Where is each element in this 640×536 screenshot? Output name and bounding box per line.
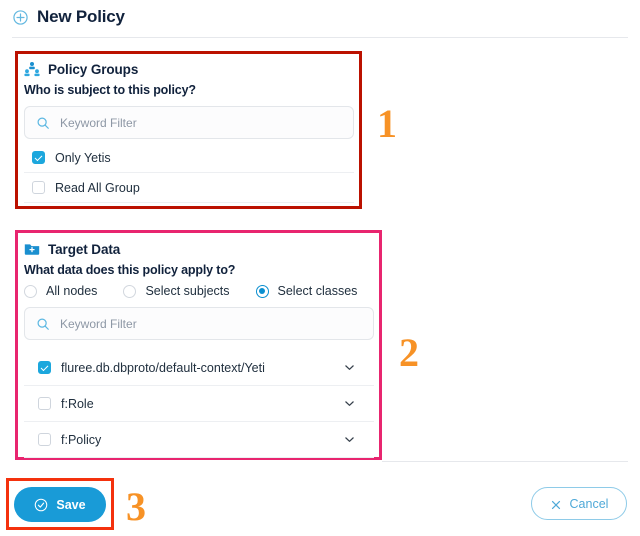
- table-row[interactable]: f:Role: [24, 386, 374, 422]
- cancel-button-label: Cancel: [569, 496, 609, 511]
- radio-option-select-subjects[interactable]: Select subjects: [123, 284, 230, 298]
- checkbox-read-all-group[interactable]: [32, 181, 45, 194]
- checkbox-class-f-role[interactable]: [38, 397, 51, 410]
- search-icon: [36, 317, 50, 331]
- new-policy-page: New Policy 1 2 3 Policy Groups Who is su…: [0, 0, 640, 536]
- save-button-label: Save: [56, 497, 86, 512]
- radio-select-subjects[interactable]: [123, 284, 137, 298]
- header-divider: [12, 37, 628, 38]
- radio-option-select-classes[interactable]: Select classes: [255, 284, 358, 298]
- cancel-button[interactable]: Cancel: [531, 487, 627, 520]
- class-label: f:Role: [61, 396, 94, 411]
- plus-circle-icon: [13, 10, 28, 25]
- list-item[interactable]: Read All Group: [24, 173, 354, 203]
- target-scope-radio-group: All nodes Select subjects Select classes: [24, 284, 374, 298]
- target-data-title: Target Data: [48, 241, 121, 257]
- target-data-section: Target Data What data does this policy a…: [24, 240, 374, 458]
- target-data-question: What data does this policy apply to?: [24, 263, 236, 277]
- class-label: f:Policy: [61, 432, 102, 447]
- radio-label: Select subjects: [145, 284, 230, 298]
- chevron-down-icon[interactable]: [343, 361, 356, 374]
- checkbox-class-yeti[interactable]: [38, 361, 51, 374]
- target-data-search-placeholder: Keyword Filter: [60, 316, 137, 331]
- policy-groups-header: Policy Groups: [24, 60, 354, 78]
- checkbox-class-f-policy[interactable]: [38, 433, 51, 446]
- target-data-header: Target Data: [24, 240, 374, 258]
- list-item-label: Read All Group: [55, 180, 140, 195]
- checkbox-only-yetis[interactable]: [32, 151, 45, 164]
- policy-groups-search-placeholder: Keyword Filter: [60, 115, 137, 130]
- footer-divider: [382, 461, 628, 462]
- radio-select-classes[interactable]: [255, 284, 269, 298]
- table-row[interactable]: f:Policy: [24, 422, 374, 458]
- policy-groups-title: Policy Groups: [48, 61, 139, 77]
- radio-label: Select classes: [277, 284, 358, 298]
- list-item[interactable]: Only Yetis: [24, 143, 354, 173]
- check-circle-icon: [34, 498, 48, 512]
- annotation-number-3: 3: [126, 484, 146, 529]
- radio-all-nodes[interactable]: [24, 284, 37, 298]
- policy-groups-list: Only Yetis Read All Group: [24, 143, 354, 203]
- target-data-search-input[interactable]: Keyword Filter: [24, 307, 374, 340]
- page-header: New Policy: [0, 0, 640, 34]
- chevron-down-icon[interactable]: [343, 397, 356, 410]
- policy-groups-question: Who is subject to this policy?: [24, 83, 196, 97]
- page-title: New Policy: [37, 7, 125, 26]
- policy-groups-section: Policy Groups Who is subject to this pol…: [24, 60, 354, 203]
- policy-groups-search-input[interactable]: Keyword Filter: [24, 106, 354, 139]
- people-group-icon: [24, 61, 40, 77]
- save-button[interactable]: Save: [14, 487, 106, 522]
- annotation-number-1: 1: [377, 101, 397, 146]
- target-classes-list: fluree.db.dbproto/default-context/Yeti f…: [24, 350, 374, 458]
- list-item-label: Only Yetis: [55, 150, 111, 165]
- radio-label: All nodes: [46, 284, 98, 298]
- chevron-down-icon[interactable]: [343, 433, 356, 446]
- table-row[interactable]: fluree.db.dbproto/default-context/Yeti: [24, 350, 374, 386]
- radio-option-all-nodes[interactable]: All nodes: [24, 284, 97, 298]
- annotation-number-2: 2: [399, 330, 419, 375]
- class-label: fluree.db.dbproto/default-context/Yeti: [61, 360, 265, 375]
- close-x-icon: [550, 498, 562, 510]
- search-icon: [36, 116, 50, 130]
- folder-plus-icon: [24, 241, 40, 257]
